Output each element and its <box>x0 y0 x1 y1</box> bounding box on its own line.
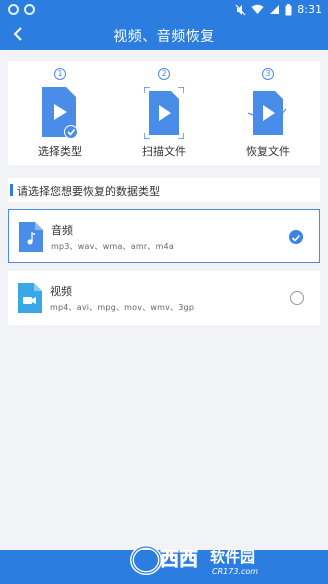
audio-file-icon <box>19 222 43 252</box>
sync-icon <box>8 4 19 15</box>
option-extensions: mp4、avi、mpg、mov、wmv、3gp <box>50 303 195 312</box>
mute-icon <box>235 4 246 15</box>
svg-text:软件园: 软件园 <box>210 548 255 566</box>
section-header: 请选择您想要恢复的数据类型 <box>8 178 320 202</box>
app-header: 视频、音频恢复 <box>0 20 328 50</box>
battery-icon <box>285 3 292 15</box>
video-file-scan-icon <box>144 87 184 139</box>
radio-unchecked[interactable] <box>290 291 304 305</box>
signal-icon <box>270 5 280 14</box>
clock-time: 8:31 <box>297 3 322 16</box>
status-right: 8:31 <box>235 3 322 16</box>
step-number: 2 <box>158 68 170 80</box>
page-title: 视频、音频恢复 <box>113 29 215 45</box>
watermark-logo: 西西 软件园 CR173.com <box>130 545 258 576</box>
video-file-check-icon <box>42 87 78 139</box>
step-number: 3 <box>262 68 274 80</box>
check-icon <box>291 234 301 242</box>
video-file-icon <box>18 283 42 313</box>
step-label: 扫描文件 <box>142 145 186 158</box>
steps-panel: 1 选择类型 2 扫描文件 3 恢复文件 <box>8 61 320 165</box>
option-extensions: mp3、wav、wma、amr、m4a <box>51 242 174 251</box>
sync-icon <box>24 4 35 15</box>
step-number: 1 <box>54 68 66 80</box>
section-title: 请选择您想要恢复的数据类型 <box>17 185 160 198</box>
step-label: 选择类型 <box>38 145 82 158</box>
radio-checked[interactable] <box>289 230 303 244</box>
option-video[interactable]: 视频 mp4、avi、mpg、mov、wmv、3gp <box>8 271 320 325</box>
svg-text:CR173.com: CR173.com <box>212 567 258 576</box>
wifi-icon <box>251 4 264 14</box>
svg-text:西西: 西西 <box>160 548 198 570</box>
option-audio[interactable]: 音频 mp3、wav、wma、amr、m4a <box>8 209 320 263</box>
status-left <box>8 4 35 15</box>
option-name: 音频 <box>51 224 73 237</box>
section-accent-bar <box>10 184 13 196</box>
step-label: 恢复文件 <box>246 145 290 158</box>
option-name: 视频 <box>50 285 72 298</box>
video-file-restore-icon <box>248 91 287 135</box>
status-bar: 8:31 <box>0 0 328 20</box>
